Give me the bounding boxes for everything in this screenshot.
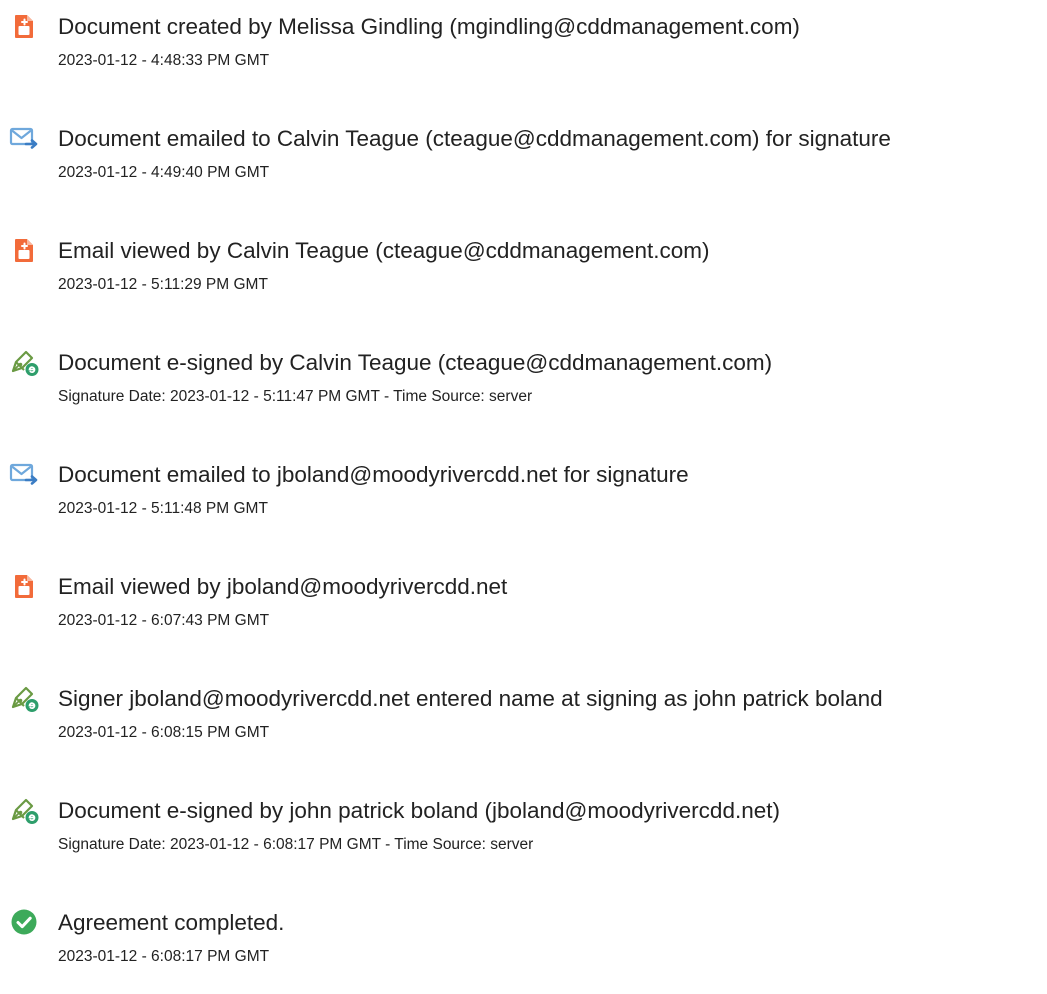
- email-sent-icon: [8, 458, 40, 490]
- event-timestamp: 2023-01-12 - 6:08:17 PM GMT: [58, 948, 270, 965]
- email-sent-icon: [8, 122, 40, 154]
- document-viewed-icon: [8, 234, 40, 266]
- event-title: Document emailed to Calvin Teague (cteag…: [58, 126, 891, 151]
- event-title: Email viewed by Calvin Teague (cteague@c…: [58, 238, 710, 263]
- document-created-icon: [8, 10, 40, 42]
- event-title: Agreement completed.: [58, 910, 285, 935]
- e-sign-icon: [8, 682, 40, 714]
- history-event-name-entered: Signer jboland@moodyrivercdd.net entered…: [0, 682, 1047, 762]
- event-title: Document created by Melissa Gindling (mg…: [58, 14, 800, 39]
- event-timestamp: 2023-01-12 - 5:11:48 PM GMT: [58, 500, 268, 517]
- history-event-e-signed: Document e-signed by Calvin Teague (ctea…: [0, 346, 1047, 426]
- event-title: Email viewed by jboland@moodyrivercdd.ne…: [58, 574, 508, 599]
- event-title: Signer jboland@moodyrivercdd.net entered…: [58, 686, 883, 711]
- checkmark-icon: [8, 906, 40, 938]
- history-event-e-signed: Document e-signed by john patrick boland…: [0, 794, 1047, 874]
- history-event-emailed: Document emailed to Calvin Teague (cteag…: [0, 122, 1047, 202]
- event-timestamp: 2023-01-12 - 5:11:29 PM GMT: [58, 276, 268, 293]
- event-timestamp: 2023-01-12 - 6:08:15 PM GMT: [58, 724, 270, 741]
- history-event-document-created: Document created by Melissa Gindling (mg…: [0, 10, 1047, 90]
- e-sign-icon: [8, 346, 40, 378]
- document-viewed-icon: [8, 570, 40, 602]
- event-timestamp: 2023-01-12 - 6:07:43 PM GMT: [58, 612, 270, 629]
- history-event-agreement-completed: Agreement completed. 2023-01-12 - 6:08:1…: [0, 906, 1047, 986]
- event-title: Document e-signed by Calvin Teague (ctea…: [58, 350, 773, 375]
- e-sign-icon: [8, 794, 40, 826]
- event-signature-date: Signature Date: 2023-01-12 - 5:11:47 PM …: [58, 388, 533, 405]
- event-signature-date: Signature Date: 2023-01-12 - 6:08:17 PM …: [58, 836, 534, 853]
- history-event-viewed: Email viewed by Calvin Teague (cteague@c…: [0, 234, 1047, 314]
- history-event-viewed: Email viewed by jboland@moodyrivercdd.ne…: [0, 570, 1047, 650]
- event-title: Document e-signed by john patrick boland…: [58, 798, 780, 823]
- event-timestamp: 2023-01-12 - 4:48:33 PM GMT: [58, 52, 270, 69]
- event-timestamp: 2023-01-12 - 4:49:40 PM GMT: [58, 164, 270, 181]
- event-title: Document emailed to jboland@moodyrivercd…: [58, 462, 689, 487]
- history-event-emailed: Document emailed to jboland@moodyrivercd…: [0, 458, 1047, 538]
